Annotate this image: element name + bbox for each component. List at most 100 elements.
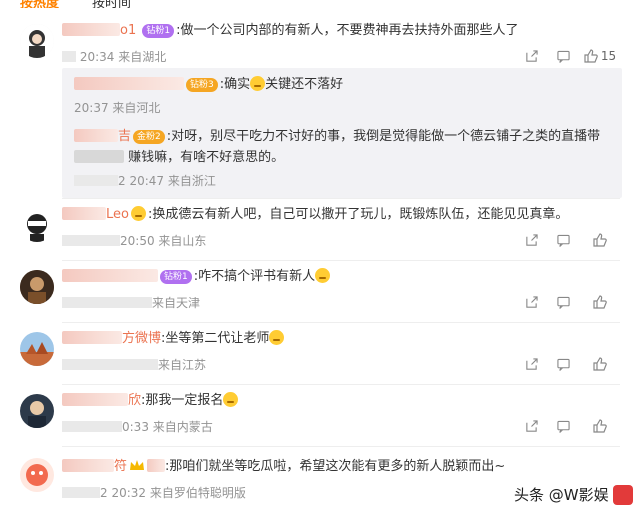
comment-actions: 15 <box>514 48 620 64</box>
reply-meta: 2 20:47 来自浙江 <box>74 172 600 189</box>
divider <box>62 260 620 261</box>
comment-location: 来自内蒙古 <box>152 420 213 434</box>
comment-item: o1 钻粉1:做一个公司内部的有新人，不要费神再去扶持外面那些人了 20:34 … <box>0 18 640 198</box>
username[interactable]: 欣 <box>128 393 141 408</box>
username[interactable]: 方微博 <box>122 331 161 346</box>
tab-hot[interactable]: 按热度 <box>20 0 59 8</box>
comment-icon[interactable] <box>548 48 578 64</box>
comment-meta: 0:33 来自内蒙古 <box>62 418 213 435</box>
comment-item: 方微博:坐等第二代让老师 来自江苏 <box>0 328 640 388</box>
like-count: 15 <box>600 49 617 63</box>
comment-icon[interactable] <box>548 356 578 372</box>
emoji-icon <box>130 206 146 221</box>
avatar[interactable] <box>20 270 54 304</box>
comment-item: 钻粉1:咋不搞个评书有新人 来自天津 <box>0 266 640 326</box>
comment-location: 来自罗伯特聪明版 <box>149 486 246 500</box>
avatar[interactable] <box>20 332 54 366</box>
fan-badge: 钻粉3 <box>186 78 218 92</box>
reply-location: 来自河北 <box>112 101 161 115</box>
reply-time: 20:37 <box>74 101 109 115</box>
watermark: 头条 @W影娱 <box>514 484 633 505</box>
avatar[interactable] <box>20 24 54 58</box>
divider <box>62 384 620 385</box>
fan-badge: 钻粉1 <box>142 24 175 38</box>
like-button[interactable]: 15 <box>580 48 620 64</box>
username-blurred[interactable] <box>62 459 114 472</box>
comment-location: 来自天津 <box>152 296 201 310</box>
comment-item: 欣:那我一定报名 0:33 来自内蒙古 <box>0 390 640 450</box>
comment-location: 来自山东 <box>158 234 207 248</box>
like-button[interactable] <box>580 418 620 434</box>
username-blurred[interactable] <box>74 77 184 90</box>
username-blurred[interactable] <box>62 23 120 36</box>
reply-meta: 20:37 来自河北 <box>74 99 343 116</box>
share-icon[interactable] <box>516 418 546 434</box>
comment-icon[interactable] <box>548 232 578 248</box>
badge-blurred <box>147 459 166 472</box>
reply-time: 2 20:47 <box>118 174 165 188</box>
comment-meta: 20:50 来自山东 <box>62 232 206 249</box>
comment-location: 来自湖北 <box>118 50 167 64</box>
reply-location: 来自浙江 <box>167 174 216 188</box>
username-blurred[interactable] <box>62 207 106 220</box>
avatar[interactable] <box>20 458 54 492</box>
like-button[interactable] <box>580 294 620 310</box>
divider <box>62 446 620 447</box>
emoji-icon <box>250 76 266 91</box>
username-blurred[interactable] <box>62 393 128 406</box>
comment-item: Leo :换成德云有新人吧，自己可以撒开了玩儿，既锻炼队伍，还能见见真章。 20:… <box>0 204 640 264</box>
reply-list: 钻粉3:确实 关键还不落好 20:37 来自河北 吉金粉2:对呀，别尽干吃力不讨好… <box>62 68 622 198</box>
comment-time: 2 20:32 <box>100 486 147 500</box>
comment-icon[interactable] <box>548 418 578 434</box>
avatar[interactable] <box>20 208 54 242</box>
comment-time: 20:50 <box>120 234 155 248</box>
reply-text: :对呀，别尽干吃力不讨好的事，我倒是觉得能做一个德云铺子之类的直播带 <box>166 129 601 144</box>
watermark-logo-icon <box>612 484 633 505</box>
tab-time[interactable]: 按时间 <box>92 0 131 8</box>
comment-meta: 20:34 来自湖北 <box>62 48 166 65</box>
share-icon[interactable] <box>516 356 546 372</box>
share-icon[interactable] <box>516 48 546 64</box>
comment-time: 20:34 <box>79 50 115 64</box>
reply-text: :确实 <box>219 77 251 92</box>
comment-icon[interactable] <box>548 294 578 310</box>
reply-item: 吉金粉2:对呀，别尽干吃力不讨好的事，我倒是觉得能做一个德云铺子之类的直播带 赚… <box>74 128 600 189</box>
username-blurred[interactable] <box>62 331 122 344</box>
like-button[interactable] <box>580 232 620 248</box>
comment-text: :做一个公司内部的有新人，不要费神再去扶持外面那些人了 <box>176 23 519 38</box>
emoji-icon <box>269 330 285 345</box>
comment-meta: 来自江苏 <box>62 356 206 373</box>
reply-text-cont: 赚钱嘛，有啥不好意思的。 <box>128 150 285 165</box>
username[interactable]: 符 <box>114 459 127 474</box>
reply-text-cont: 关键还不落好 <box>265 77 344 92</box>
comment-text: :咋不搞个评书有新人 <box>193 269 316 284</box>
comment-actions <box>514 418 620 434</box>
emoji-icon <box>223 392 239 407</box>
reply-item: 钻粉3:确实 关键还不落好 20:37 来自河北 <box>74 76 343 116</box>
like-button[interactable] <box>580 356 620 372</box>
blurred-block <box>74 150 124 163</box>
share-icon[interactable] <box>516 294 546 310</box>
comment-actions <box>514 294 620 310</box>
comment-time: 0:33 <box>122 420 149 434</box>
fan-badge: 钻粉1 <box>160 270 192 284</box>
sort-tabs: 按热度 按时间 <box>0 0 640 8</box>
comment-text: :那我一定报名 <box>141 393 224 408</box>
fan-badge: 金粉2 <box>133 130 165 144</box>
divider <box>62 198 620 199</box>
username-blurred[interactable] <box>62 269 158 282</box>
comment-location: 来自江苏 <box>158 358 207 372</box>
username[interactable]: Leo <box>106 207 129 222</box>
share-icon[interactable] <box>516 232 546 248</box>
comment-actions <box>514 356 620 372</box>
comment-meta: 2 20:32 来自罗伯特聪明版 <box>62 484 246 501</box>
watermark-text: 头条 @W影娱 <box>514 486 609 504</box>
username[interactable]: o1 <box>120 23 136 38</box>
comment-text: :换成德云有新人吧，自己可以撒开了玩儿，既锻炼队伍，还能见见真章。 <box>147 207 569 222</box>
username[interactable]: 吉 <box>118 129 131 144</box>
comment-text: :坐等第二代让老师 <box>161 331 270 346</box>
avatar[interactable] <box>20 394 54 428</box>
comment-meta: 来自天津 <box>62 294 200 311</box>
emoji-icon <box>315 268 331 283</box>
username-blurred[interactable] <box>74 129 118 142</box>
